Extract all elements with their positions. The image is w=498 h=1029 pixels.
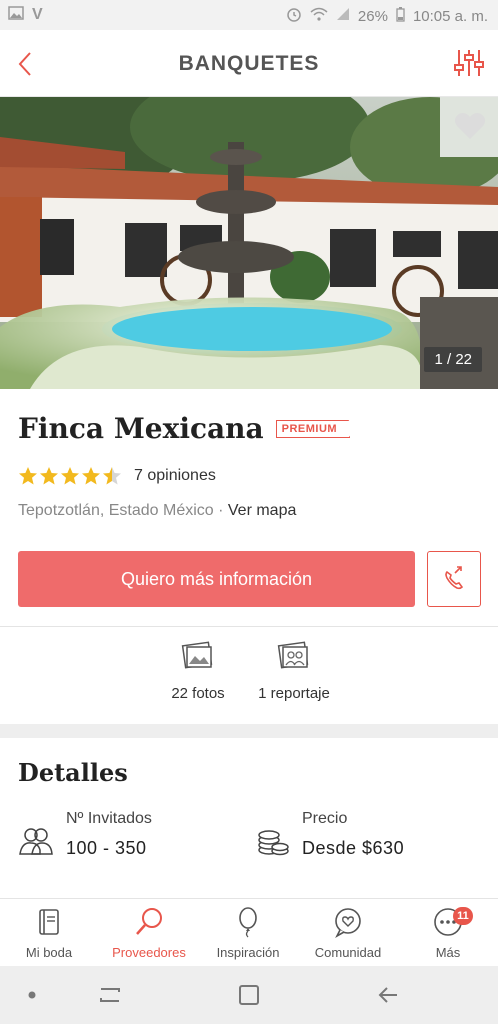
tab-mas[interactable]: 11 Más bbox=[403, 905, 493, 960]
photos-icon bbox=[181, 641, 213, 669]
dot-indicator-icon bbox=[28, 991, 36, 999]
premium-badge: PREMIUM bbox=[275, 419, 351, 438]
v-notification-icon: V bbox=[32, 6, 43, 23]
tab-label: Más bbox=[435, 945, 461, 960]
tab-mi-boda[interactable]: Mi boda bbox=[4, 905, 94, 960]
chat-heart-icon bbox=[335, 908, 361, 938]
reviews-link[interactable]: 7 opiniones bbox=[134, 467, 216, 485]
guests-value: 100 - 350 bbox=[66, 838, 147, 858]
venue-location: Tepotzotlán, Estado México bbox=[18, 502, 214, 519]
bottom-tab-bar: Mi boda Proveedores Inspiración Comunida… bbox=[0, 898, 498, 967]
report-icon bbox=[277, 641, 309, 669]
notification-badge: 11 bbox=[453, 907, 473, 925]
price-detail: Precio Desde $630 bbox=[256, 810, 404, 859]
clock: 10:05 a. m. bbox=[412, 7, 488, 25]
tab-label: Comunidad bbox=[314, 945, 382, 960]
tab-label: Mi boda bbox=[25, 945, 73, 960]
recent-apps-icon[interactable] bbox=[100, 988, 120, 1002]
view-map-link[interactable]: Ver mapa bbox=[228, 502, 296, 519]
balloon-icon bbox=[239, 907, 257, 938]
guests-detail: Nº Invitados 100 - 350 bbox=[18, 810, 152, 859]
battery-percent: 26% bbox=[357, 7, 388, 25]
request-info-button[interactable]: Quiero más información bbox=[18, 551, 415, 607]
star-icon bbox=[82, 467, 100, 485]
price-value: Desde $630 bbox=[302, 838, 405, 858]
notebook-icon bbox=[39, 909, 59, 935]
tab-inspiracion[interactable]: Inspiración bbox=[203, 905, 293, 960]
price-label: Precio bbox=[302, 810, 348, 827]
guests-label: Nº Invitados bbox=[66, 810, 152, 827]
page-title: BANQUETES bbox=[178, 52, 320, 75]
home-icon[interactable] bbox=[239, 985, 259, 1005]
reports-count: 1 reportaje bbox=[258, 685, 330, 702]
alarm-icon bbox=[286, 6, 302, 26]
sliders-icon bbox=[454, 50, 484, 76]
section-separator bbox=[0, 724, 498, 738]
gallery-notification-icon bbox=[8, 6, 24, 24]
photos-count: 22 fotos bbox=[171, 685, 225, 702]
half-star-icon bbox=[103, 467, 121, 485]
tab-label: Proveedores bbox=[112, 945, 186, 960]
venue-photo bbox=[0, 97, 498, 389]
guests-icon bbox=[19, 828, 53, 855]
app-bar: BANQUETES bbox=[0, 30, 498, 97]
back-arrow-icon[interactable] bbox=[378, 987, 397, 1003]
photo-counter: 1 / 22 bbox=[424, 347, 482, 372]
tab-proveedores[interactable]: Proveedores bbox=[104, 905, 194, 960]
divider bbox=[0, 626, 498, 627]
star-icon bbox=[40, 467, 58, 485]
star-rating bbox=[18, 466, 122, 486]
favorite-button[interactable] bbox=[454, 111, 486, 141]
tab-comunidad[interactable]: Comunidad bbox=[303, 905, 393, 960]
filters-button[interactable] bbox=[454, 48, 484, 78]
heart-icon bbox=[454, 113, 486, 139]
system-navigation-bar bbox=[0, 966, 498, 1024]
star-icon bbox=[61, 467, 79, 485]
status-bar: V 26% 10:05 a. m. bbox=[0, 0, 498, 30]
phone-icon bbox=[445, 566, 464, 590]
star-icon bbox=[19, 467, 37, 485]
location-separator: · bbox=[213, 502, 228, 519]
search-icon bbox=[136, 908, 162, 935]
coins-icon bbox=[258, 830, 289, 856]
call-button[interactable] bbox=[427, 551, 481, 607]
venue-photo-gallery[interactable]: 1 / 22 bbox=[0, 97, 498, 389]
system-nav-buttons bbox=[28, 985, 397, 1005]
details-heading: Detalles bbox=[18, 758, 128, 787]
venue-name: Finca Mexicana bbox=[18, 412, 264, 445]
battery-icon bbox=[396, 6, 405, 26]
photos-link[interactable]: 22 fotos bbox=[166, 640, 230, 702]
reports-link[interactable]: 1 reportaje bbox=[252, 640, 336, 702]
signal-icon bbox=[336, 7, 350, 25]
tab-label: Inspiración bbox=[216, 945, 280, 960]
wifi-icon bbox=[310, 7, 328, 25]
media-summary: 22 fotos 1 reportaje bbox=[0, 640, 498, 720]
